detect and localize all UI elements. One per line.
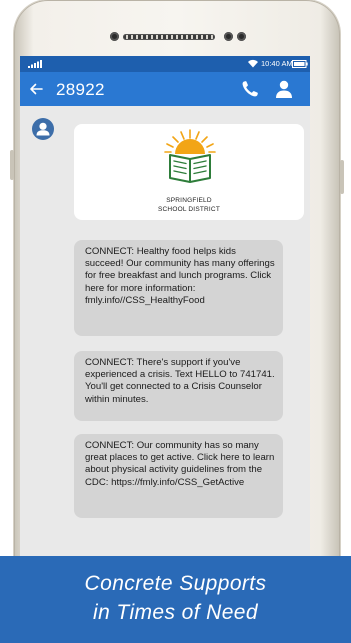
phone-icon[interactable]	[240, 79, 260, 99]
front-camera-icon	[110, 32, 119, 41]
caption-line-2: in Times of Need	[93, 601, 258, 624]
message-bubble-crisis-support[interactable]: CONNECT: There's support if you've exper…	[74, 351, 283, 421]
stage: 10:40 AM 28922 SPRINGFIELD SCHOOL DISTRI…	[0, 0, 351, 643]
contact-number: 28922	[56, 80, 105, 99]
status-time: 10:40 AM	[261, 59, 293, 68]
conversation-header: 28922	[20, 72, 310, 106]
wifi-icon	[248, 59, 258, 68]
speaker-grille	[123, 34, 215, 40]
district-name-line-2: SCHOOL DISTRICT	[158, 206, 220, 213]
sender-avatar	[32, 118, 54, 140]
battery-icon	[292, 60, 308, 68]
message-bubble-healthy-food[interactable]: CONNECT: Healthy food helps kids succeed…	[74, 240, 283, 336]
proximity-sensor-icon	[224, 32, 233, 41]
phone-top-bezel	[14, 28, 340, 48]
open-book-sunrise-icon	[164, 129, 216, 183]
sensor-dot-icon	[237, 32, 246, 41]
caption-banner: Concrete Supports in Times of Need	[0, 556, 351, 643]
phone-screen: 10:40 AM 28922 SPRINGFIELD SCHOOL DISTRI…	[20, 56, 310, 560]
district-name-line-1: SPRINGFIELD	[166, 197, 212, 204]
person-icon[interactable]	[274, 79, 294, 99]
status-bar: 10:40 AM	[20, 56, 310, 72]
avatar-person-icon	[36, 122, 50, 136]
phone-side-button-left	[10, 150, 14, 180]
phone-side-button-right	[340, 160, 344, 194]
message-bubble-get-active[interactable]: CONNECT: Our community has so many great…	[74, 434, 283, 518]
caption-line-1: Concrete Supports	[84, 572, 267, 595]
logo-image-message[interactable]: SPRINGFIELD SCHOOL DISTRICT	[74, 124, 304, 220]
district-name: SPRINGFIELD SCHOOL DISTRICT	[74, 196, 304, 214]
back-arrow-icon[interactable]	[28, 81, 44, 97]
signal-icon	[28, 60, 42, 68]
message-thread[interactable]: SPRINGFIELD SCHOOL DISTRICT CONNECT: Hea…	[20, 106, 310, 560]
